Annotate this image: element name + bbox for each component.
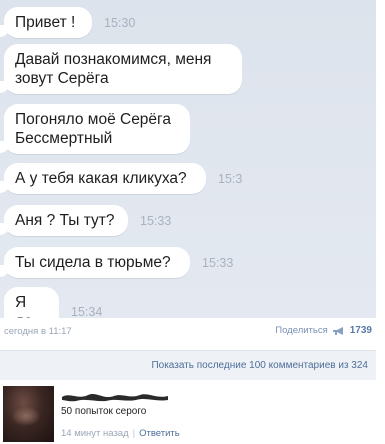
message-time: 15:33 — [140, 213, 172, 228]
comment-time[interactable]: 14 минут назад — [61, 428, 129, 439]
share-label: Поделиться — [275, 325, 328, 336]
megaphone-icon — [332, 326, 346, 336]
avatar[interactable] — [3, 386, 54, 442]
message-bubble: Ты сидела в тюрьме? — [0, 247, 190, 278]
comment: 50 попыток серого 14 минут назад | Ответ… — [0, 382, 376, 444]
share-button[interactable]: Поделиться 1739 — [275, 325, 372, 336]
message: Привет ! 15:30 — [0, 7, 136, 38]
message: Ты сидела в тюрьме? 15:33 — [0, 247, 234, 278]
message: Я да 15:34 — [4, 287, 102, 318]
comment-meta: 14 минут назад | Ответить — [61, 428, 180, 439]
message-time: 15:30 — [104, 15, 136, 30]
message-bubble: Я да — [4, 287, 59, 318]
message-bubble: Привет ! — [0, 7, 92, 38]
message-time: 15:3 — [218, 171, 243, 186]
message-time: 15:33 — [202, 255, 234, 270]
message: Погоняло моё Серёга Бессмертный — [0, 104, 190, 154]
message-time: 15:34 — [71, 305, 103, 318]
message: Аня ? Ты тут? 15:33 — [0, 205, 172, 236]
show-comments-button[interactable]: Показать последние 100 комментариев из 3… — [0, 350, 376, 380]
reply-link[interactable]: Ответить — [139, 428, 180, 439]
separator: | — [132, 428, 136, 439]
message-bubble: Погоняло моё Серёга Бессмертный — [0, 104, 190, 154]
post-meta: сегодня в 11:17 Поделиться 1739 — [0, 322, 376, 342]
message-bubble: А у тебя какая кликуха? — [0, 163, 206, 194]
author-name-censored[interactable] — [60, 389, 170, 402]
message-bubble: Давай познакомимся, меня зовут Серёга — [0, 44, 242, 94]
share-count: 1739 — [349, 325, 372, 336]
message: А у тебя какая кликуха? 15:3 — [0, 163, 243, 194]
chat-screenshot: Привет ! 15:30 Давай познакомимся, меня … — [0, 0, 376, 318]
message-bubble: Аня ? Ты тут? — [0, 205, 128, 236]
message: Давай познакомимся, меня зовут Серёга — [0, 44, 242, 94]
post-date[interactable]: сегодня в 11:17 — [4, 326, 72, 337]
comment-text: 50 попыток серого — [61, 406, 147, 417]
